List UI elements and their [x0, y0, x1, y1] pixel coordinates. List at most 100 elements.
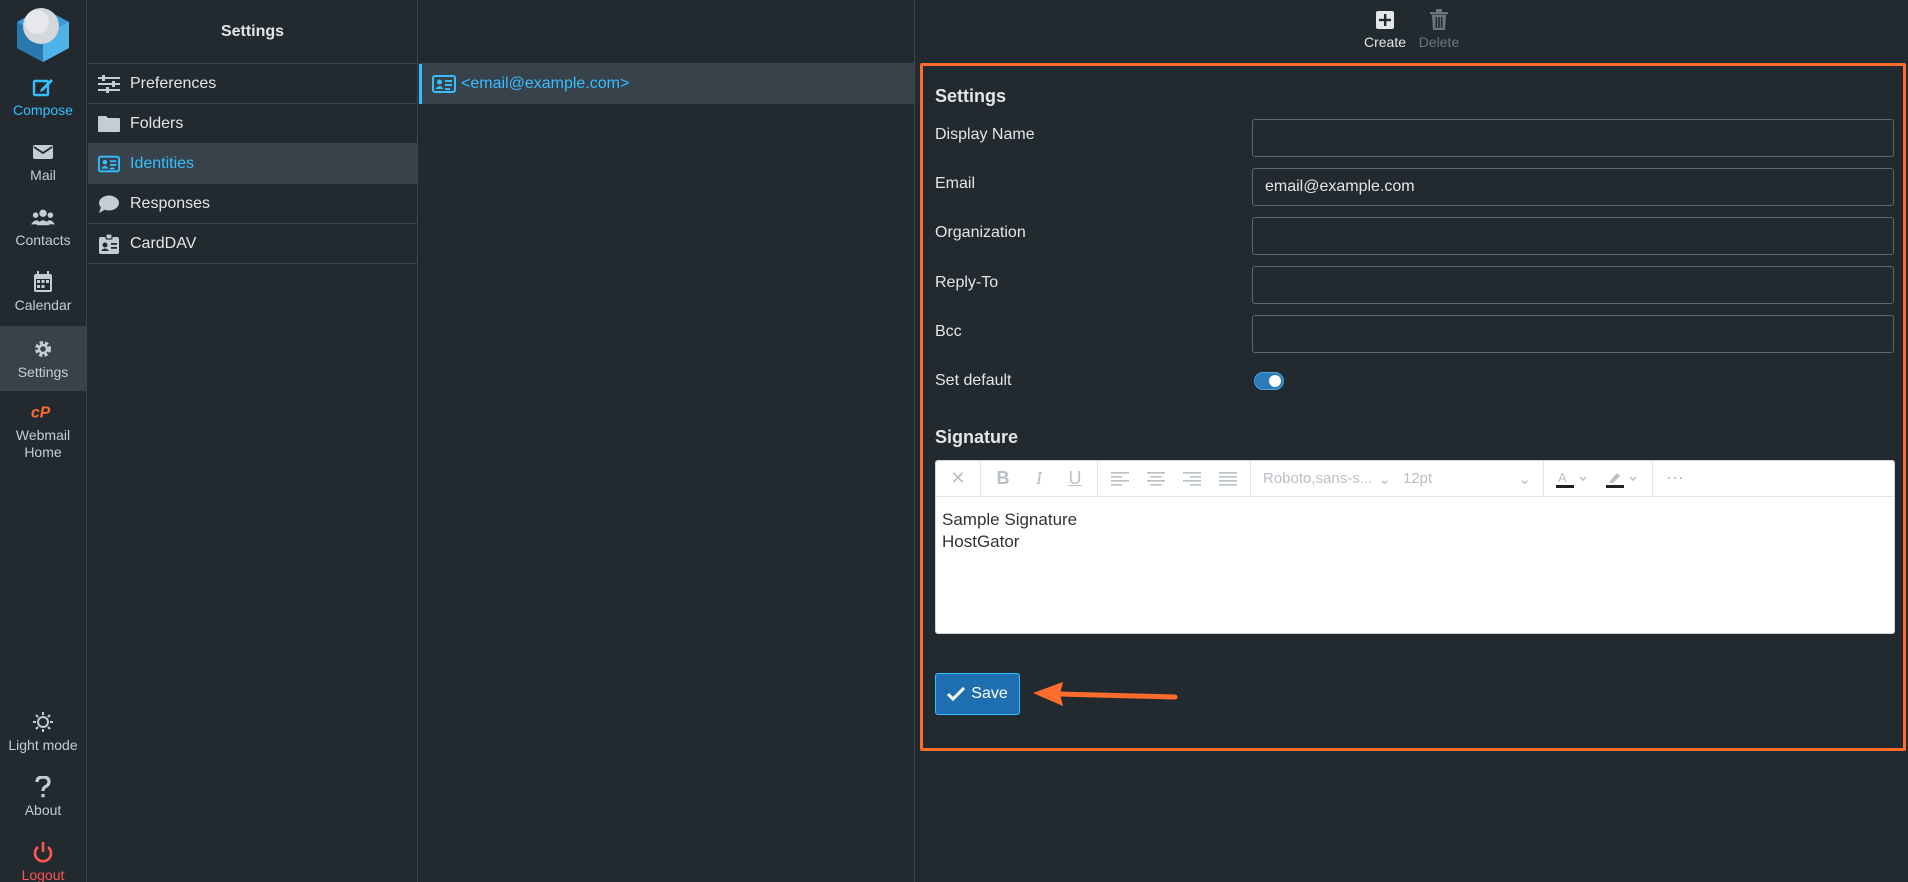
rail-settings-label: Settings	[17, 363, 69, 380]
font-size-select[interactable]: 12pt ⌄	[1397, 464, 1537, 494]
save-label: Save	[971, 685, 1008, 702]
identities-list-header	[419, 0, 914, 64]
rail-about[interactable]: About	[0, 764, 86, 829]
editor-group-font: Roboto,sans-s... ⌄ 12pt ⌄	[1251, 461, 1544, 497]
rail-calendar-label: Calendar	[14, 296, 72, 313]
content-toolbar: Create Delete	[916, 0, 1908, 62]
organization-field[interactable]	[1252, 217, 1894, 255]
delete-label: Delete	[1418, 34, 1460, 50]
rail-contacts-label: Contacts	[15, 231, 71, 248]
rail-logout-label: Logout	[21, 866, 65, 882]
identity-row[interactable]: <email@example.com>	[419, 64, 914, 104]
create-label: Create	[1363, 34, 1407, 50]
toggle-knob	[1269, 375, 1281, 387]
editor-group-style: B I U	[981, 461, 1098, 497]
svg-text:A: A	[1558, 470, 1567, 485]
id-card-icon	[432, 74, 456, 94]
editor-group-clear: ✕	[936, 461, 981, 497]
users-icon	[31, 205, 55, 229]
sun-icon	[31, 710, 55, 734]
align-center-icon[interactable]	[1138, 464, 1174, 494]
rail-compose[interactable]: Compose	[0, 64, 86, 129]
align-justify-icon[interactable]	[1210, 464, 1246, 494]
rail-compose-label: Compose	[13, 101, 73, 118]
menu-item-label: CardDAV	[130, 234, 197, 252]
speech-bubble-icon	[98, 194, 120, 214]
rail-settings[interactable]: Settings	[0, 326, 86, 391]
menu-item-label: Responses	[130, 194, 211, 212]
menu-item-identities[interactable]: Identities	[88, 144, 417, 184]
menu-item-folders[interactable]: Folders	[88, 104, 417, 144]
align-right-icon[interactable]	[1174, 464, 1210, 494]
rail-light-mode-label: Light mode	[8, 736, 78, 753]
menu-item-preferences[interactable]: Preferences	[88, 64, 417, 104]
signature-section-title: Signature	[935, 427, 1019, 447]
menu-item-carddav[interactable]: CardDAV	[88, 224, 417, 264]
font-size-value: 12pt	[1403, 470, 1433, 487]
signature-line: Sample Signature	[942, 510, 1078, 529]
menu-item-label: Preferences	[130, 74, 217, 92]
identities-list: <email@example.com>	[419, 0, 915, 882]
roundcube-logo[interactable]	[13, 4, 73, 64]
create-button[interactable]: Create	[1355, 8, 1415, 58]
rail-calendar[interactable]: Calendar	[0, 259, 86, 324]
set-default-toggle[interactable]	[1254, 372, 1284, 390]
compose-icon	[31, 75, 55, 99]
reply-to-field[interactable]	[1252, 266, 1894, 304]
app-rail: Compose Mail Contacts Calendar Settings …	[0, 0, 87, 882]
rail-about-label: About	[24, 801, 62, 818]
display-name-field[interactable]	[1252, 119, 1894, 157]
save-button[interactable]: Save	[935, 673, 1020, 715]
highlight-color-button[interactable]	[1598, 464, 1648, 494]
text-color-button[interactable]: A	[1548, 464, 1598, 494]
checkmark-icon	[947, 687, 966, 701]
rail-contacts[interactable]: Contacts	[0, 194, 86, 259]
settings-menu-header: Settings	[88, 0, 417, 64]
set-default-label: Set default	[935, 372, 1012, 389]
power-icon	[31, 840, 55, 864]
identity-form-highlight: Settings Display Name Email Organization…	[920, 63, 1906, 751]
align-left-icon[interactable]	[1102, 464, 1138, 494]
more-options-icon[interactable]: ⋯	[1657, 464, 1693, 494]
signature-content[interactable]: Sample Signature HostGator	[936, 497, 1894, 565]
font-family-value: Roboto,sans-s...	[1263, 470, 1373, 487]
editor-group-more: ⋯	[1653, 461, 1697, 497]
envelope-icon	[31, 140, 55, 164]
rail-webmail-home[interactable]: cP Webmail Home	[0, 394, 86, 466]
contact-badge-icon	[98, 232, 120, 254]
editor-group-color: A	[1544, 461, 1653, 497]
folder-icon	[98, 114, 120, 134]
organization-label: Organization	[935, 224, 1026, 241]
rail-logout[interactable]: Logout	[0, 829, 86, 882]
bcc-field[interactable]	[1252, 315, 1894, 353]
settings-menu: Settings Preferences Folders Identities …	[88, 0, 418, 882]
display-name-label: Display Name	[935, 126, 1035, 143]
plus-square-icon	[1373, 8, 1397, 32]
calendar-icon	[31, 270, 55, 294]
reply-to-label: Reply-To	[935, 274, 999, 291]
annotation-arrow	[1033, 682, 1178, 706]
id-card-icon	[98, 154, 120, 174]
bcc-label: Bcc	[935, 323, 962, 340]
menu-item-label: Identities	[130, 154, 195, 172]
clear-format-icon[interactable]: ✕	[940, 464, 976, 494]
font-family-select[interactable]: Roboto,sans-s... ⌄	[1257, 464, 1397, 494]
editor-toolbar: ✕ B I U Roboto,sans-s... ⌄ 12pt ⌄ A ⋯	[936, 461, 1894, 497]
italic-icon[interactable]: I	[1021, 464, 1057, 494]
editor-group-align	[1098, 461, 1251, 497]
underline-icon[interactable]: U	[1057, 464, 1093, 494]
email-label: Email	[935, 175, 976, 192]
signature-editor: ✕ B I U Roboto,sans-s... ⌄ 12pt ⌄ A ⋯ Sa…	[935, 460, 1895, 634]
email-field[interactable]	[1252, 168, 1894, 206]
cpanel-icon: cP	[31, 400, 55, 424]
settings-section-title: Settings	[935, 86, 1007, 106]
signature-line: HostGator	[942, 532, 1020, 551]
rail-mail[interactable]: Mail	[0, 129, 86, 194]
rail-light-mode[interactable]: Light mode	[0, 699, 86, 764]
rail-mail-label: Mail	[30, 166, 56, 183]
menu-item-responses[interactable]: Responses	[88, 184, 417, 224]
sliders-icon	[98, 74, 120, 94]
rail-webmail-home-label-2: Home	[24, 443, 62, 460]
bold-icon[interactable]: B	[985, 464, 1021, 494]
delete-button[interactable]: Delete	[1409, 8, 1469, 58]
